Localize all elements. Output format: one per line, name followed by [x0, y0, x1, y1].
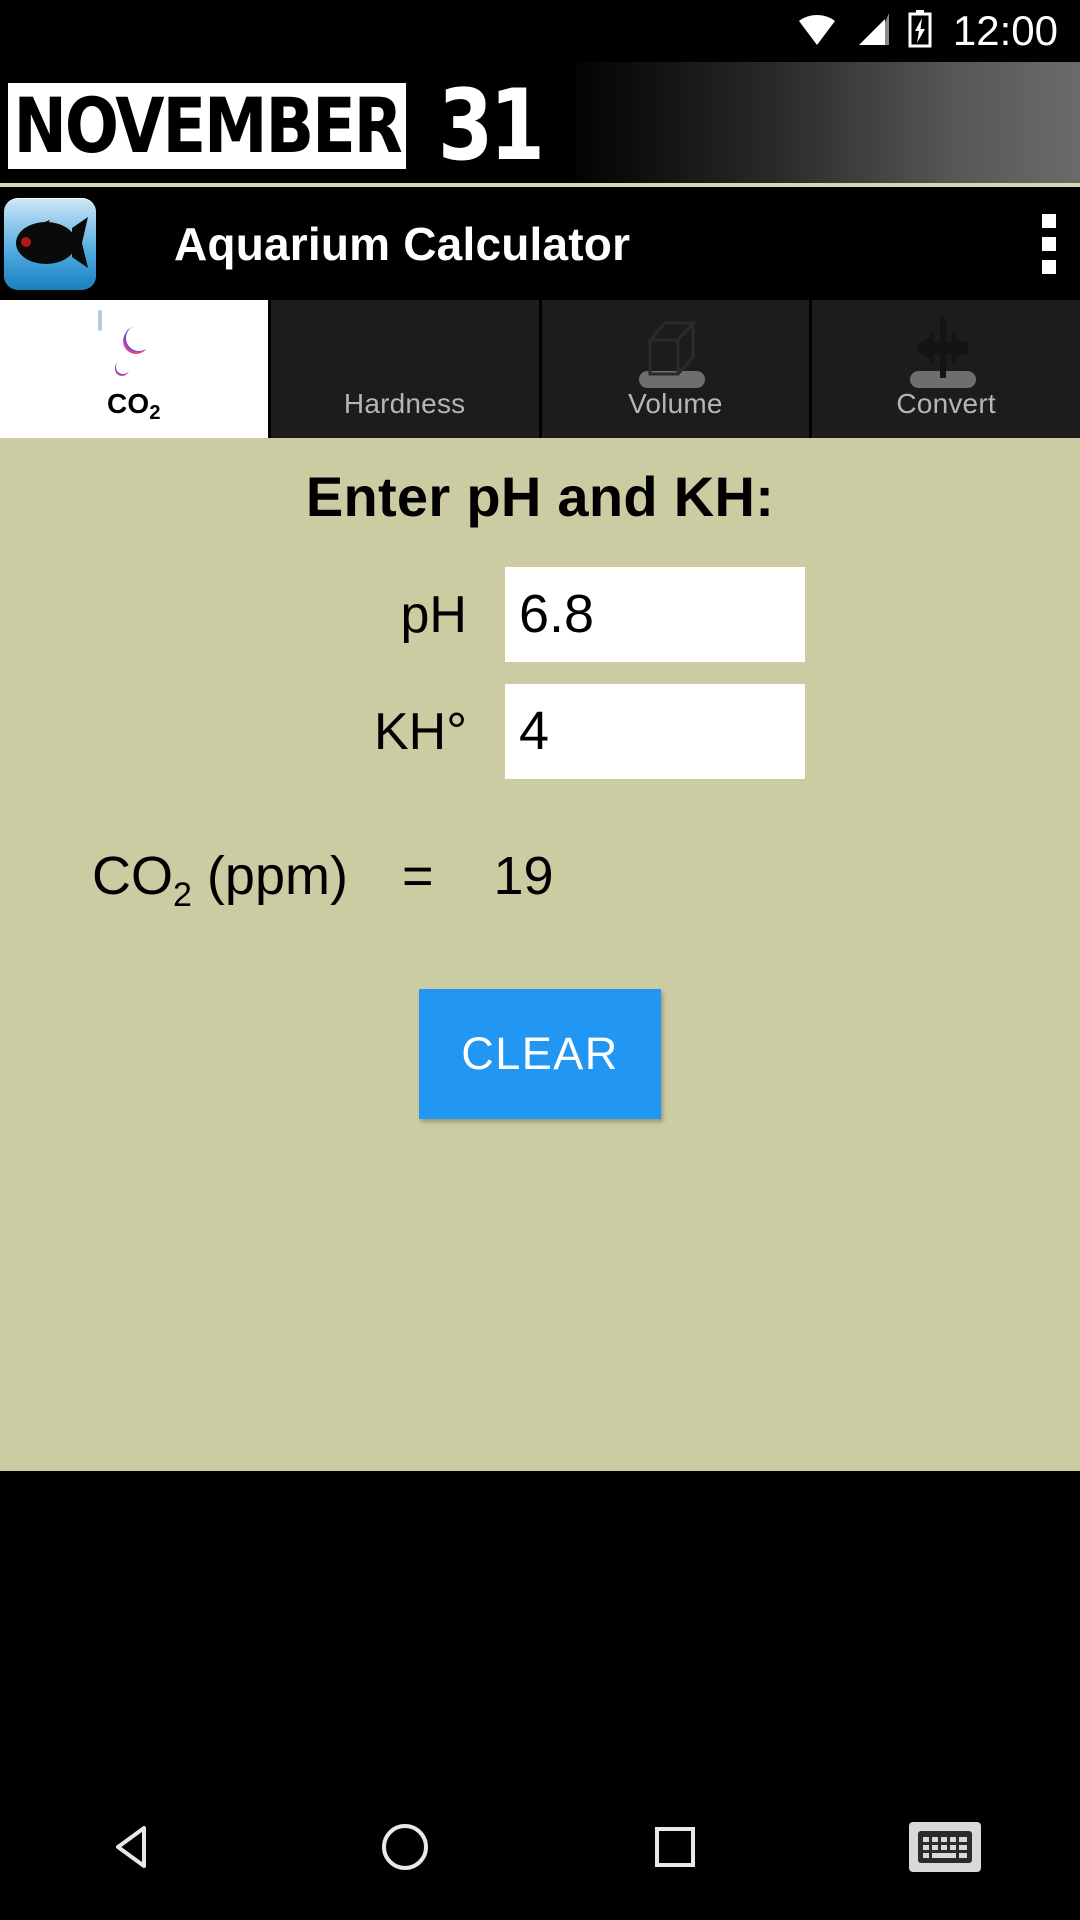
overflow-menu-icon[interactable] — [1034, 206, 1056, 282]
battery-charging-icon — [907, 9, 933, 53]
november-31-banner: NOVEMBER 31 — [0, 62, 1080, 186]
phone-screen: 12:00 NOVEMBER 31 Aquarium Calculator CO… — [0, 0, 1080, 1920]
section-heading: Enter pH and KH: — [305, 465, 775, 528]
status-bar: 12:00 — [0, 0, 1080, 62]
kh-field-row: KH° — [0, 684, 1080, 779]
equals-sign: = — [401, 846, 434, 906]
kh-label: KH° — [373, 702, 467, 761]
ph-label: pH — [400, 585, 467, 644]
convert-arrows-icon — [910, 312, 982, 388]
tab-hardness-label: Hardness — [343, 388, 466, 419]
banner-day-label: 31 — [438, 69, 545, 183]
tab-convert[interactable]: Convert — [812, 300, 1080, 438]
status-clock: 12:00 — [952, 7, 1058, 54]
kh-input[interactable] — [505, 684, 805, 779]
keyboard-icon[interactable] — [810, 1774, 1080, 1920]
hardness-block-icon — [369, 312, 441, 384]
banner-inner: NOVEMBER 31 — [0, 62, 575, 186]
back-triangle-icon[interactable] — [0, 1774, 270, 1920]
navigation-bar — [0, 1774, 1080, 1920]
co2-result-label: CO2 (ppm) — [92, 846, 348, 914]
tab-volume[interactable]: Volume — [541, 300, 813, 438]
cube-icon — [639, 312, 711, 388]
tab-convert-label: Convert — [896, 388, 996, 419]
page-title: Aquarium Calculator — [174, 217, 631, 270]
tab-co2-label: CO2 — [107, 388, 161, 424]
co2-bubbles-icon — [97, 310, 170, 384]
banner-month-label: NOVEMBER — [8, 83, 407, 169]
ph-field-row: pH — [0, 567, 1080, 662]
tab-co2[interactable]: CO2 — [0, 300, 271, 438]
co2-result-row: CO2 (ppm) = 19 — [0, 845, 1080, 915]
tab-hardness[interactable]: Hardness — [270, 300, 542, 438]
home-circle-icon[interactable] — [270, 1774, 540, 1920]
clear-button[interactable]: CLEAR — [419, 988, 661, 1119]
tab-bar: CO2 Hardness Volume Convert — [0, 300, 1080, 438]
cellular-signal-icon — [853, 11, 893, 52]
content-area: Enter pH and KH: pH KH° CO2 (ppm) = 19 C… — [0, 438, 1080, 1471]
wifi-icon — [795, 11, 839, 52]
recents-square-icon[interactable] — [540, 1774, 810, 1920]
app-bar: Aquarium Calculator — [0, 187, 1080, 300]
ph-input[interactable] — [505, 567, 805, 662]
tab-volume-label: Volume — [628, 388, 723, 419]
fish-icon — [4, 197, 96, 290]
co2-result-value: 19 — [493, 846, 554, 906]
